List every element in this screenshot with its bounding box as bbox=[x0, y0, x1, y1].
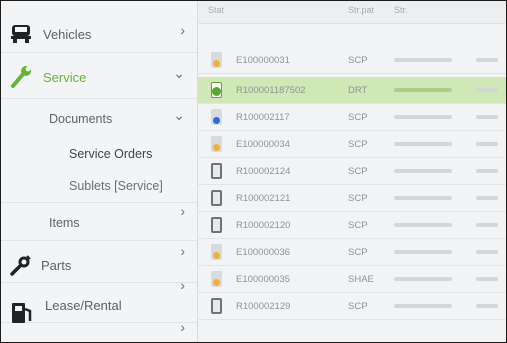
sidebar-item-parts[interactable]: Parts › bbox=[1, 241, 197, 283]
sidebar-item-items[interactable]: Items › bbox=[1, 203, 197, 241]
blurred-text bbox=[394, 196, 452, 200]
table-row[interactable]: R100002121 SCP bbox=[198, 185, 506, 212]
status-icon bbox=[211, 163, 222, 179]
status-icon bbox=[211, 244, 222, 260]
sidebar-item-vehicles[interactable]: Vehicles › bbox=[1, 11, 197, 53]
sidebar-item-partial[interactable]: › bbox=[1, 319, 197, 342]
parts-icon bbox=[9, 253, 33, 277]
status-icon bbox=[211, 82, 222, 98]
status-icon bbox=[211, 109, 222, 125]
blurred-text bbox=[394, 142, 452, 146]
sidebar-item-sublets-service[interactable]: Sublets [Service] bbox=[1, 171, 197, 203]
blurred-text bbox=[394, 115, 452, 119]
status-icon bbox=[211, 298, 222, 314]
table-header: Stat Str.pat Str. bbox=[198, 1, 506, 24]
column-header[interactable]: Stat bbox=[208, 5, 224, 15]
chevron-down-icon: ⌄ bbox=[173, 107, 185, 123]
blurred-text bbox=[476, 277, 498, 281]
blurred-text bbox=[476, 196, 498, 200]
order-id: E100000035 bbox=[236, 274, 290, 285]
order-id: R100002120 bbox=[236, 220, 291, 231]
order-type: SCP bbox=[348, 247, 368, 258]
chevron-right-icon: › bbox=[180, 203, 185, 219]
table-row[interactable]: R100002117 SCP bbox=[198, 104, 506, 131]
sidebar-item-label: Service bbox=[43, 70, 87, 85]
sidebar-item-service[interactable]: Service ⌄ bbox=[1, 53, 197, 99]
blurred-text bbox=[476, 250, 498, 254]
blurred-text bbox=[476, 142, 498, 146]
sidebar-item-service-orders[interactable]: Service Orders bbox=[1, 139, 197, 171]
app-window: Vehicles › Service ⌄ Documents ⌄ Service… bbox=[0, 0, 507, 343]
order-type: SCP bbox=[348, 112, 368, 123]
order-id: E100000031 bbox=[236, 55, 290, 66]
blurred-text bbox=[394, 88, 452, 92]
blurred-text bbox=[394, 250, 452, 254]
sidebar: Vehicles › Service ⌄ Documents ⌄ Service… bbox=[1, 1, 198, 342]
sidebar-item-label: Lease/Rental bbox=[45, 298, 122, 313]
order-type: SCP bbox=[348, 220, 368, 231]
status-icon bbox=[211, 271, 222, 287]
order-id: R100001187502 bbox=[236, 85, 306, 96]
chevron-right-icon: › bbox=[180, 243, 185, 259]
blurred-text bbox=[476, 223, 498, 227]
sidebar-item-label: Parts bbox=[41, 258, 72, 273]
order-id: R100002121 bbox=[236, 193, 291, 204]
table-row[interactable]: R100002124 SCP bbox=[198, 158, 506, 185]
column-header[interactable]: Str. bbox=[394, 5, 408, 15]
sidebar-item-label: Sublets [Service] bbox=[69, 179, 163, 193]
wrench-icon bbox=[9, 63, 33, 89]
order-id: R100002124 bbox=[236, 166, 291, 177]
table-row[interactable]: E100000036 SCP bbox=[198, 239, 506, 266]
blurred-text bbox=[394, 58, 452, 62]
table-row[interactable]: R100001187502 DRT bbox=[198, 77, 506, 104]
sidebar-item-label: Documents bbox=[49, 112, 113, 126]
status-icon bbox=[211, 52, 222, 68]
sidebar-item-lease-rental[interactable]: Lease/Rental › bbox=[1, 277, 197, 325]
order-type: SCP bbox=[348, 166, 368, 177]
blurred-text bbox=[476, 169, 498, 173]
order-id: R100002129 bbox=[236, 301, 291, 312]
status-icon bbox=[211, 217, 222, 233]
blurred-text bbox=[394, 277, 452, 281]
order-id: R100002117 bbox=[236, 112, 290, 123]
blurred-text bbox=[476, 115, 498, 119]
blurred-text bbox=[476, 88, 498, 92]
blurred-text bbox=[394, 169, 452, 173]
chevron-right-icon: › bbox=[180, 319, 185, 335]
blurred-text bbox=[394, 223, 452, 227]
blurred-text bbox=[476, 304, 498, 308]
order-type: SHAE bbox=[348, 274, 374, 285]
order-type: SCP bbox=[348, 139, 368, 150]
blurred-text bbox=[394, 304, 452, 308]
chevron-down-icon: ⌄ bbox=[173, 65, 185, 81]
order-type: SCP bbox=[348, 301, 368, 312]
status-icon bbox=[211, 190, 222, 206]
chevron-right-icon: › bbox=[180, 22, 185, 38]
sidebar-item-label: Vehicles bbox=[43, 27, 92, 42]
blurred-text bbox=[476, 58, 498, 62]
order-id: E100000034 bbox=[236, 139, 290, 150]
main-content: Stat Str.pat Str. E100000031 SCP R10000118… bbox=[198, 1, 506, 342]
column-header[interactable]: Str.pat bbox=[348, 5, 374, 15]
sidebar-item-label: Service Orders bbox=[69, 147, 153, 161]
chevron-right-icon: › bbox=[180, 277, 185, 293]
fuel-pump-icon bbox=[9, 301, 35, 325]
order-type: SCP bbox=[348, 55, 368, 66]
order-type: DRT bbox=[348, 85, 368, 96]
sidebar-item-documents[interactable]: Documents ⌄ bbox=[1, 99, 197, 139]
table-row[interactable]: R100002120 SCP bbox=[198, 212, 506, 239]
status-icon bbox=[211, 136, 222, 152]
sidebar-item-label: Items bbox=[49, 216, 80, 230]
order-type: SCP bbox=[348, 193, 368, 204]
table-row[interactable]: E100000034 SCP bbox=[198, 131, 506, 158]
vehicle-icon bbox=[9, 21, 33, 45]
table-row[interactable]: E100000035 SHAE bbox=[198, 266, 506, 293]
table-row[interactable]: E100000031 SCP bbox=[198, 47, 506, 74]
table-row[interactable]: R100002129 SCP bbox=[198, 293, 506, 320]
order-id: E100000036 bbox=[236, 247, 290, 258]
